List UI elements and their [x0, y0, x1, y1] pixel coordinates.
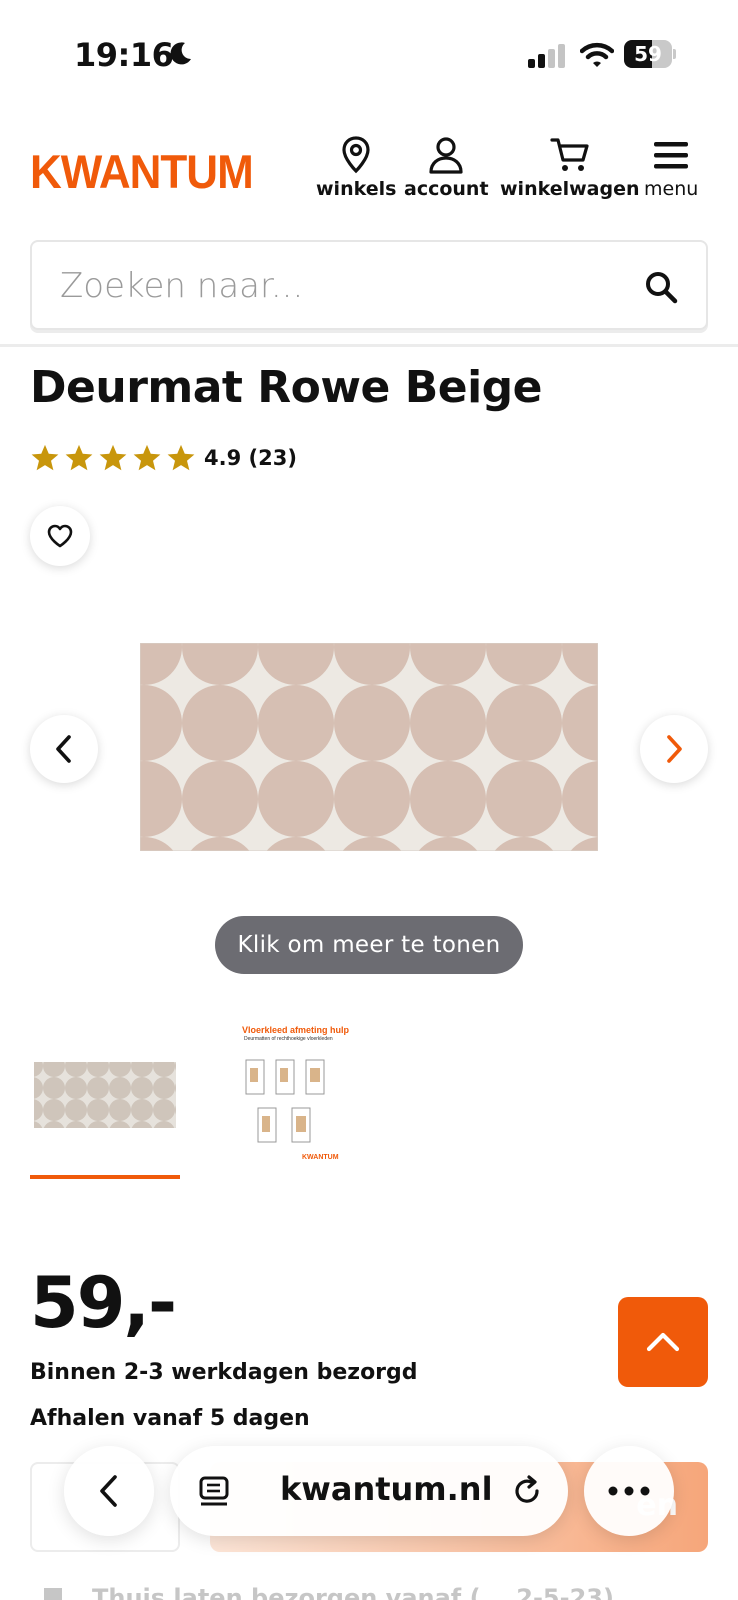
show-more-button[interactable]: Klik om meer te tonen	[215, 916, 523, 974]
product-rating[interactable]: 4.9 (23)	[30, 442, 297, 474]
browser-url: kwantum.nl	[280, 1470, 493, 1508]
battery-percent: 59	[634, 42, 662, 66]
chevron-left-icon	[100, 1475, 117, 1507]
size-guide-brand: KWANTUM	[302, 1154, 339, 1161]
nav-stores-label: winkels	[316, 178, 397, 200]
carousel-prev-button[interactable]	[30, 715, 98, 783]
moon-icon	[170, 42, 191, 65]
thumbnail-rug[interactable]	[30, 1050, 180, 1140]
star-icon	[99, 444, 127, 471]
cart-icon	[550, 138, 589, 171]
site-header: KWANTUM winkels account winkelwagen menu	[0, 130, 738, 220]
wifi-icon	[580, 42, 614, 67]
chevron-right-icon	[667, 735, 682, 763]
nav-cart-label: winkelwagen	[500, 178, 640, 200]
reload-icon[interactable]	[510, 1474, 544, 1508]
nav-menu[interactable]: menu	[644, 136, 698, 200]
rating-text: 4.9 (23)	[204, 446, 297, 470]
nav-menu-label: menu	[644, 178, 699, 200]
delivery-info: Binnen 2-3 werkdagen bezorgd	[30, 1360, 418, 1385]
more-horizontal-icon	[608, 1486, 650, 1496]
user-icon	[429, 137, 463, 174]
browser-back-button[interactable]	[64, 1446, 154, 1536]
search-bar	[30, 240, 708, 330]
hamburger-menu-icon	[654, 142, 689, 169]
nav-account[interactable]: account	[404, 136, 489, 200]
product-price: 59,-	[30, 1262, 177, 1344]
carousel-next-button[interactable]	[640, 715, 708, 783]
battery-indicator: 59	[624, 40, 676, 68]
location-pin-icon	[342, 136, 370, 174]
truck-icon	[44, 1588, 62, 1600]
nav-cart[interactable]: winkelwagen	[500, 136, 640, 200]
size-guide-subtitle: Deurmatten of rechthoekige vloerkleden	[244, 1036, 333, 1042]
nav-account-label: account	[404, 178, 489, 200]
pickup-info: Afhalen vanaf 5 dagen	[30, 1406, 310, 1431]
chevron-left-icon	[56, 735, 71, 763]
product-title: Deurmat Rowe Beige	[30, 362, 543, 413]
status-time: 19:16	[74, 36, 174, 74]
favorite-button[interactable]	[30, 506, 90, 566]
size-guide-title: Vloerkleed afmeting hulp	[242, 1025, 350, 1035]
home-delivery-text: Thuis laten bezorgen vanaf (... 2-5-23)	[92, 1584, 614, 1600]
home-delivery-row: Thuis laten bezorgen vanaf (... 2-5-23)	[40, 1584, 700, 1600]
browser-more-button[interactable]	[584, 1446, 674, 1536]
size-guide-diagram	[245, 1059, 325, 1143]
search-icon[interactable]	[644, 270, 678, 304]
chevron-up-icon	[646, 1332, 680, 1352]
signal-icon	[528, 44, 565, 68]
star-icon	[133, 444, 161, 471]
status-bar: 19:16 59	[0, 0, 738, 100]
star-icon	[167, 444, 195, 471]
product-image[interactable]	[140, 643, 598, 851]
active-thumbnail-indicator	[30, 1175, 180, 1179]
kwantum-logo[interactable]: KWANTUM	[30, 146, 254, 200]
scroll-to-top-button[interactable]	[618, 1297, 708, 1387]
tab-overview-icon[interactable]	[198, 1474, 232, 1508]
star-icon	[65, 444, 93, 471]
heart-icon	[47, 524, 73, 548]
star-icon	[31, 444, 59, 471]
nav-stores[interactable]: winkels	[316, 136, 396, 200]
thumbnail-size-guide[interactable]: Vloerkleed afmeting hulp Deurmatten of r…	[230, 1018, 349, 1168]
browser-address-bar[interactable]: kwantum.nl	[170, 1446, 568, 1536]
header-divider	[0, 344, 738, 347]
search-input[interactable]	[60, 264, 620, 308]
